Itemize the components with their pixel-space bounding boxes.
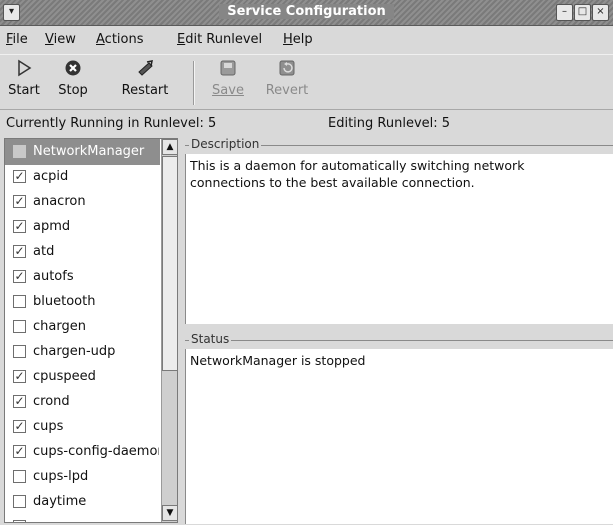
service-name: apmd	[33, 219, 71, 234]
service-name: acpid	[33, 169, 69, 184]
service-name: atd	[33, 244, 55, 259]
status-frame: Status NetworkManager is stopped	[185, 332, 613, 524]
revert-icon	[262, 59, 312, 83]
status-text: NetworkManager is stopped	[185, 349, 613, 524]
service-row[interactable]: ✓ anacron	[5, 189, 160, 215]
toolbar: Start Stop Restart Save Revert	[0, 54, 613, 110]
menu-view[interactable]: View	[45, 32, 76, 47]
service-row[interactable]: ✓ crond	[5, 389, 160, 415]
service-name: bluetooth	[33, 294, 96, 309]
save-button[interactable]: Save	[210, 59, 246, 98]
service-checkbox[interactable]: ✓	[13, 270, 26, 283]
revert-button[interactable]: Revert	[262, 59, 312, 98]
service-row[interactable]	[5, 514, 160, 522]
description-frame: Description This is a daemon for automat…	[185, 137, 613, 324]
window-title: Service Configuration	[219, 4, 394, 19]
service-name: autofs	[33, 269, 74, 284]
service-checkbox[interactable]	[13, 520, 26, 522]
menu-bar: File View Actions Edit Runlevel Help	[0, 27, 613, 53]
service-checkbox[interactable]: ✓	[13, 445, 26, 458]
service-name: anacron	[33, 194, 86, 209]
service-checkbox[interactable]	[13, 470, 26, 483]
stop-icon	[55, 59, 91, 83]
service-checkbox[interactable]: ✓	[13, 245, 26, 258]
service-name: NetworkManager	[33, 144, 145, 159]
service-row[interactable]: chargen-udp	[5, 339, 160, 365]
current-runlevel-label: Currently Running in Runlevel: 5	[6, 116, 217, 131]
service-checkbox[interactable]	[13, 320, 26, 333]
service-name: crond	[33, 394, 70, 409]
description-label: Description	[189, 137, 262, 151]
restart-icon	[106, 59, 184, 83]
service-row[interactable]: daytime	[5, 489, 160, 515]
menu-actions[interactable]: Actions	[96, 32, 144, 47]
service-row[interactable]: ✓ cpuspeed	[5, 364, 160, 390]
service-checkbox[interactable]: ✓	[13, 370, 26, 383]
menu-help[interactable]: Help	[283, 32, 313, 47]
service-row[interactable]: ✓ apmd	[5, 214, 160, 240]
service-checkbox[interactable]: ✓	[13, 420, 26, 433]
start-button[interactable]: Start	[6, 59, 42, 98]
service-name: cpuspeed	[33, 369, 96, 384]
service-name: cups	[33, 419, 64, 434]
scroll-down-icon[interactable]: ▼	[162, 505, 177, 521]
scrollbar-thumb[interactable]	[162, 156, 177, 371]
service-checkbox[interactable]: ✓	[13, 220, 26, 233]
service-checkbox[interactable]: ✓	[13, 170, 26, 183]
restart-button[interactable]: Restart	[106, 59, 184, 98]
service-checkbox[interactable]: ✓	[13, 395, 26, 408]
minimize-icon[interactable]: –	[556, 4, 573, 21]
service-row[interactable]: cups-lpd	[5, 464, 160, 490]
service-name: chargen	[33, 319, 86, 334]
scroll-up-icon[interactable]: ▲	[162, 139, 177, 155]
service-row[interactable]: ✓ acpid	[5, 164, 160, 190]
service-checkbox[interactable]	[13, 495, 26, 508]
close-icon[interactable]: ×	[592, 4, 609, 21]
status-label: Status	[189, 332, 232, 346]
runlevel-bar: Currently Running in Runlevel: 5 Editing…	[0, 112, 613, 136]
vertical-scrollbar[interactable]: ▲ ▼	[161, 139, 177, 522]
service-list[interactable]: NetworkManager ✓ acpid ✓ anacron ✓ apmd …	[4, 138, 178, 523]
description-text: This is a daemon for automatically switc…	[185, 154, 613, 324]
service-row[interactable]: ✓ cups-config-daemon	[5, 439, 160, 465]
service-name: cups-lpd	[33, 469, 89, 484]
toolbar-separator	[193, 61, 195, 105]
editing-runlevel-label: Editing Runlevel: 5	[328, 116, 451, 131]
service-checkbox[interactable]: ✓	[13, 195, 26, 208]
maximize-icon[interactable]: □	[574, 4, 591, 21]
stop-button[interactable]: Stop	[55, 59, 91, 98]
play-icon	[6, 59, 42, 83]
service-row[interactable]: chargen	[5, 314, 160, 340]
save-icon	[210, 59, 246, 83]
service-checkbox[interactable]	[13, 345, 26, 358]
service-row[interactable]: ✓ atd	[5, 239, 160, 265]
service-checkbox[interactable]	[13, 295, 26, 308]
service-checkbox[interactable]	[13, 145, 26, 158]
title-bar[interactable]: ▾ Service Configuration – □ ×	[0, 0, 613, 26]
service-row[interactable]: bluetooth	[5, 289, 160, 315]
service-name: cups-config-daemon	[33, 444, 159, 459]
service-name: chargen-udp	[33, 344, 116, 359]
service-row[interactable]: NetworkManager	[5, 139, 160, 165]
service-row[interactable]: ✓ autofs	[5, 264, 160, 290]
menu-file[interactable]: File	[6, 32, 28, 47]
service-row[interactable]: ✓ cups	[5, 414, 160, 440]
service-name: daytime	[33, 494, 87, 509]
menu-edit-runlevel[interactable]: Edit Runlevel	[177, 32, 262, 47]
